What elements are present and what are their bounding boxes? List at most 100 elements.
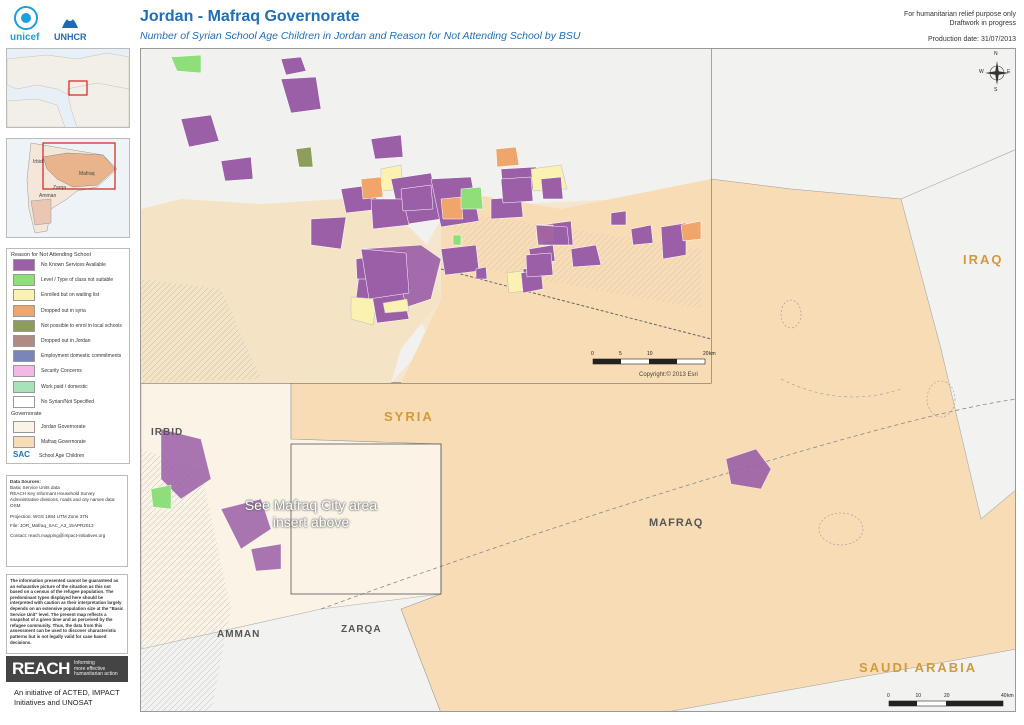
legend-gov-title: Governorate (11, 411, 42, 417)
scale-tick-label: 0 (887, 693, 890, 699)
unhcr-logo-icon (62, 15, 78, 28)
scale-tick-label: 10 (915, 693, 922, 699)
bsu-polygon[interactable] (500, 176, 534, 204)
bsu-polygon[interactable] (295, 146, 314, 168)
legend-label: Employment domestic commitments (41, 353, 122, 360)
legend-item: Security Concerns (13, 365, 82, 378)
main-scale-bar (888, 700, 1004, 707)
compass-w: W (979, 69, 984, 75)
bsu-polygon[interactable] (610, 210, 627, 226)
legend-item: Work paid / domestic (13, 380, 88, 393)
compass-n: N (994, 51, 998, 57)
locator-mafraq-label: Mafraq (79, 171, 95, 177)
compass-s: S (994, 87, 998, 93)
sources-file: File: JOR_Mafraq_SAC_A3_15APR2013 (10, 523, 94, 528)
legend-item: Not possible to enrol in local schools (13, 319, 122, 332)
bsu-polygon[interactable] (150, 484, 172, 510)
scale-tick-label: 20 (944, 693, 950, 699)
map-canvas (141, 49, 1015, 711)
label-irbid: IRBID (151, 427, 184, 438)
bsu-polygon[interactable] (310, 216, 347, 250)
legend-label: Work paid / domestic (41, 383, 88, 390)
label-amman: AMMAN (217, 629, 261, 640)
bsu-polygon[interactable] (360, 248, 410, 300)
legend-gov-item: Mafraq Governorate (13, 436, 86, 448)
reach-logo: REACH Informing more effective humanitar… (6, 656, 128, 682)
reach-tagline-3: humanitarian action (74, 671, 118, 677)
legend-label: Level / Type of class not suitable (41, 277, 114, 284)
insert-note-line2: insert above (272, 514, 350, 530)
locator-irbid-label: Irbid (33, 159, 43, 165)
legend-label: Enrolled but on waiting list (41, 292, 100, 299)
legend-label: Dropped out in syria (41, 307, 86, 314)
bsu-polygon[interactable] (440, 244, 480, 276)
regional-locator-map (6, 48, 130, 128)
label-mafraq: MAFRAQ (649, 517, 704, 529)
bsu-polygon[interactable] (570, 244, 602, 268)
initiative-line1: An initiative of ACTED, IMPACT (14, 688, 120, 697)
legend-gov-swatch (13, 421, 35, 433)
logo-area: unicef UNHCR (4, 4, 134, 44)
label-iraq: IRAQ (963, 252, 1004, 267)
map-subtitle: Number of Syrian School Age Children in … (140, 30, 581, 42)
bsu-polygon[interactable] (540, 176, 564, 200)
bsu-polygon[interactable] (220, 156, 254, 182)
sources-line3: Administrative divisions, roads and city… (10, 497, 116, 502)
locator-zarqa-label: Zarqa (53, 185, 67, 191)
legend-swatch (13, 259, 35, 271)
scale-tick-label: 20 (703, 351, 709, 357)
main-map[interactable]: IRAQ SYRIA MAFRAQ SAUDI ARABIA AMMAN ZAR… (140, 48, 1016, 712)
bsu-polygon[interactable] (440, 196, 464, 220)
data-sources-box: Data Sources: Basic Service Units data R… (6, 475, 128, 567)
legend-gov-label: Mafraq Governorate (41, 439, 86, 445)
bsu-polygon[interactable] (495, 146, 520, 168)
bsu-polygon[interactable] (475, 266, 488, 280)
scale-unit-label: km (1007, 693, 1014, 699)
scale-unit-label: km (709, 351, 716, 357)
sources-line4: OSM (10, 503, 21, 508)
legend-swatch (13, 304, 35, 317)
bsu-polygon[interactable] (460, 186, 484, 210)
legend-swatch (13, 335, 35, 347)
initiative-text: An initiative of ACTED, IMPACT Initiativ… (14, 688, 120, 708)
legend-label: Security Concerns (41, 368, 82, 375)
legend-swatch (13, 289, 35, 302)
legend-item: Dropped out in Jordan (13, 335, 90, 347)
legend-swatch (13, 380, 35, 393)
reach-tagline: Informing more effective humanitarian ac… (74, 660, 118, 678)
bsu-polygon[interactable] (452, 234, 462, 246)
insert-note-line1: See Mafraq City area (244, 497, 378, 513)
legend-swatch (13, 319, 35, 332)
legend-item: Employment domestic commitments (13, 350, 122, 363)
legend-item: Enrolled but on waiting list (13, 289, 100, 302)
scale-tick-label: 10 (647, 351, 653, 357)
scale-tick-label: 0 (591, 351, 594, 357)
esri-copyright: Copyright:© 2013 Esri (639, 372, 698, 378)
legend-item: No Syrian/Not Specified (13, 395, 94, 408)
label-saudi-arabia: SAUDI ARABIA (859, 660, 978, 675)
bsu-polygon[interactable] (525, 252, 554, 278)
legend-label: No Known Services Available (41, 262, 106, 268)
bsu-polygon[interactable] (370, 134, 404, 160)
legend-item: No Known Services Available (13, 259, 106, 271)
disclaimer-text: The information presented cannot be guar… (6, 574, 128, 654)
unicef-logo-text: unicef (10, 32, 40, 43)
map-title: Jordan - Mafraq Governorate (140, 8, 360, 25)
legend-sac-abbrev: SAC (13, 450, 30, 459)
bsu-polygon[interactable] (535, 224, 570, 246)
legend-title: Reason for Not Attending School (11, 252, 91, 258)
mafraq-city-insert[interactable] (141, 49, 712, 384)
jordan-locator-graphic (7, 139, 129, 237)
regional-locator-graphic (6, 49, 130, 128)
compass-e: E (1007, 69, 1011, 75)
bsu-polygon[interactable] (250, 543, 282, 572)
legend-item: Level / Type of class not suitable (13, 274, 114, 287)
locator-amman-label: Amman (39, 193, 57, 199)
legend-gov-label: Jordan Governorate (41, 424, 86, 430)
insert-scale-bar (592, 358, 706, 365)
usage-note: For humanitarian relief purpose only Dra… (904, 10, 1016, 28)
bsu-polygon[interactable] (360, 176, 384, 200)
usage-note-line2: Draftwork in progress (949, 20, 1016, 27)
scale-tick-label: 5 (619, 351, 622, 357)
bsu-polygon[interactable] (400, 184, 434, 212)
